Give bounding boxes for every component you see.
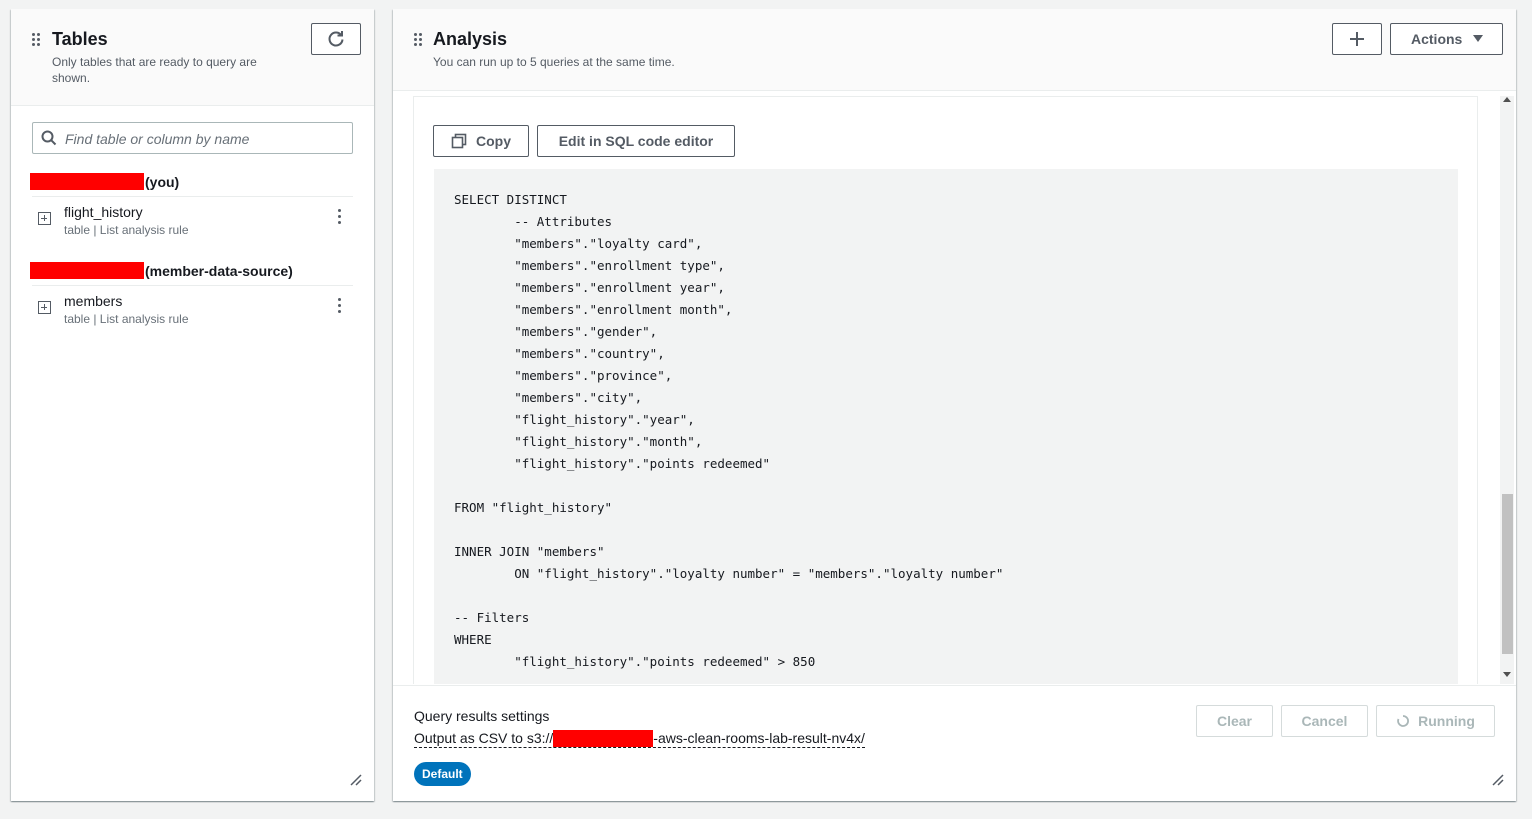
divider — [32, 196, 353, 197]
spinner-icon — [1397, 715, 1410, 727]
resize-handle-icon[interactable] — [350, 774, 362, 786]
table-name: members — [64, 293, 123, 309]
more-options-icon[interactable] — [338, 298, 342, 314]
search-icon — [41, 130, 57, 146]
refresh-icon — [328, 31, 344, 47]
plus-icon — [1350, 32, 1364, 46]
group-label-member-data-source: (member-data-source) — [145, 263, 293, 279]
divider — [32, 285, 353, 286]
output-prefix: Output as CSV to s3:// — [414, 730, 554, 746]
edit-in-sql-editor-button[interactable]: Edit in SQL code editor — [537, 125, 735, 157]
redacted-account-name — [30, 262, 144, 279]
expand-icon[interactable] — [38, 212, 51, 225]
scroll-up-icon[interactable] — [1503, 96, 1511, 104]
tables-panel: Tables Only tables that are ready to que… — [11, 9, 374, 801]
copy-label: Copy — [476, 133, 511, 149]
table-name: flight_history — [64, 204, 143, 220]
table-search-input[interactable]: Find table or column by name — [32, 122, 353, 154]
table-meta: table | List analysis rule — [64, 223, 189, 237]
analysis-title: Analysis — [433, 29, 508, 49]
divider — [393, 685, 1516, 686]
tables-description: Only tables that are ready to query are … — [52, 55, 257, 85]
more-options-icon[interactable] — [338, 209, 342, 225]
cancel-button[interactable]: Cancel — [1281, 705, 1368, 737]
output-suffix: -aws-clean-rooms-lab-result-nv4x/ — [653, 730, 865, 746]
resize-handle-icon[interactable] — [1492, 774, 1504, 786]
table-meta: table | List analysis rule — [64, 312, 189, 326]
cancel-label: Cancel — [1301, 713, 1348, 729]
scrollbar-thumb[interactable] — [1502, 494, 1513, 654]
default-badge: Default — [414, 762, 471, 786]
add-query-button[interactable] — [1332, 23, 1382, 55]
drag-handle-icon[interactable] — [414, 33, 422, 47]
copy-icon — [451, 133, 467, 149]
running-label: Running — [1418, 713, 1475, 729]
edit-label: Edit in SQL code editor — [558, 133, 714, 149]
group-label-you: (you) — [145, 174, 180, 190]
run-button-running[interactable]: Running — [1376, 705, 1495, 737]
drag-handle-icon[interactable] — [32, 33, 40, 47]
clear-button[interactable]: Clear — [1196, 705, 1273, 737]
caret-down-icon — [1473, 35, 1484, 42]
tables-title: Tables — [52, 29, 108, 49]
sql-code: SELECT DISTINCT -- Attributes "members".… — [454, 192, 1004, 669]
analysis-panel-header: Analysis You can run up to 5 queries at … — [393, 9, 1516, 91]
actions-label: Actions — [1411, 31, 1463, 47]
search-placeholder: Find table or column by name — [65, 131, 250, 147]
actions-dropdown-button[interactable]: Actions — [1390, 23, 1503, 55]
analysis-panel: Analysis You can run up to 5 queries at … — [393, 9, 1516, 801]
scroll-down-icon[interactable] — [1503, 670, 1511, 678]
tables-panel-header: Tables Only tables that are ready to que… — [11, 9, 374, 106]
redacted-account-name — [30, 173, 144, 190]
sql-code-block: SELECT DISTINCT -- Attributes "members".… — [434, 169, 1458, 684]
redacted-bucket-name — [553, 730, 654, 747]
output-location-link[interactable]: Output as CSV to s3:// -aws-clean-rooms-l… — [414, 730, 865, 748]
refresh-button[interactable] — [311, 23, 361, 55]
analysis-description: You can run up to 5 queries at the same … — [433, 55, 675, 69]
expand-icon[interactable] — [38, 301, 51, 314]
copy-button[interactable]: Copy — [433, 125, 529, 157]
query-results-settings-title: Query results settings — [414, 708, 550, 724]
clear-label: Clear — [1216, 713, 1253, 729]
